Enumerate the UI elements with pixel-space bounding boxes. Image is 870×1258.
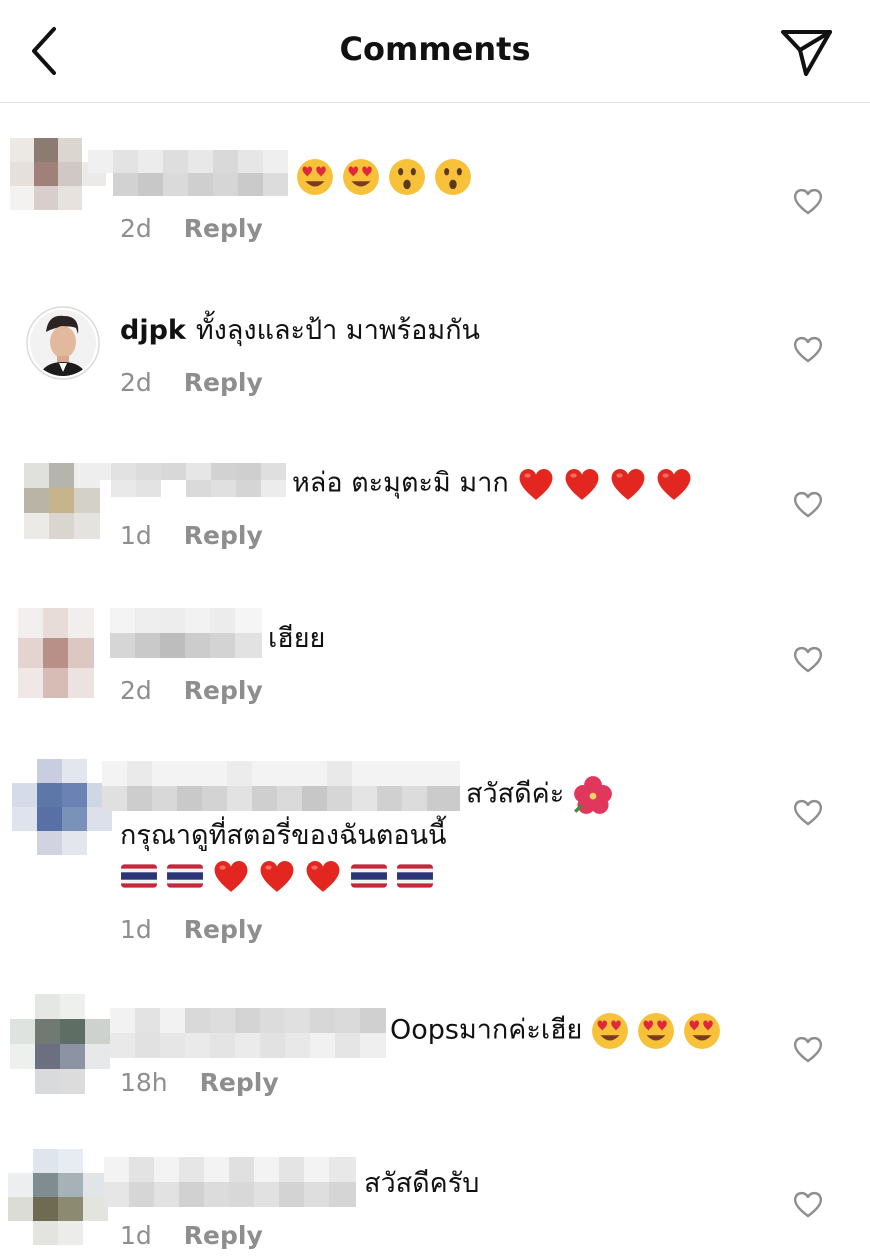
comment-time: 1d xyxy=(120,915,152,944)
comment-body: เฮียย xyxy=(268,623,326,654)
hibiscus-icon xyxy=(572,775,613,815)
comment-meta: 18h Reply xyxy=(120,1068,279,1097)
comment-body: Oopsมากค่ะเฮีย xyxy=(390,1014,583,1046)
like-heart-icon[interactable] xyxy=(792,1189,824,1219)
thailand-flag-icon xyxy=(121,864,157,888)
header-bar: Comments xyxy=(0,0,870,103)
blurred-username xyxy=(88,150,288,200)
comment-emoji-line xyxy=(120,857,434,895)
red-heart-icon xyxy=(214,860,248,892)
astonished-face-icon xyxy=(389,159,425,195)
comment-meta: 2d Reply xyxy=(120,676,263,705)
blurred-username xyxy=(102,761,460,815)
red-heart-icon xyxy=(657,468,691,500)
blurred-username xyxy=(110,608,262,662)
like-heart-icon[interactable] xyxy=(792,334,824,364)
astonished-face-icon xyxy=(435,159,471,195)
comment-text-line2: กรุณาดูที่สตอรี่ของฉันตอนนี้ xyxy=(120,819,447,853)
comment-time: 2d xyxy=(120,214,152,243)
thailand-flag-icon xyxy=(351,864,387,888)
comment-time: 1d xyxy=(120,521,152,550)
comment-item: เฮียย 2d Reply xyxy=(0,600,870,720)
heart-eyes-face-icon xyxy=(638,1013,674,1049)
like-heart-icon[interactable] xyxy=(792,644,824,674)
comment-item: djpk ทั้งลุงและป้า มาพร้อมกัน 2d Reply xyxy=(0,290,870,420)
comment-text xyxy=(296,158,472,196)
reply-button[interactable]: Reply xyxy=(184,1221,263,1250)
heart-eyes-face-icon xyxy=(297,159,333,195)
like-heart-icon[interactable] xyxy=(792,797,824,827)
like-heart-icon[interactable] xyxy=(792,489,824,519)
comment-time: 2d xyxy=(120,676,152,705)
page-title: Comments xyxy=(339,30,531,68)
blurred-username xyxy=(104,1157,356,1211)
comment-text: Oopsมากค่ะเฮีย xyxy=(390,1012,721,1050)
comment-item: 2d Reply xyxy=(0,130,870,260)
red-heart-icon xyxy=(611,468,645,500)
comment-time: 1d xyxy=(120,1221,152,1250)
comment-text: เฮียย xyxy=(268,622,325,656)
comment-body-line2: กรุณาดูที่สตอรี่ของฉันตอนนี้ xyxy=(120,820,447,851)
like-heart-icon[interactable] xyxy=(792,186,824,216)
comment-meta: 1d Reply xyxy=(120,915,263,944)
blurred-username xyxy=(110,1008,386,1062)
comment-username[interactable]: djpk xyxy=(120,315,186,346)
blurred-avatar xyxy=(8,1149,108,1245)
comment-time: 2d xyxy=(120,368,152,397)
thailand-flag-icon xyxy=(397,864,433,888)
thailand-flag-icon xyxy=(167,864,203,888)
comment-meta: 2d Reply xyxy=(120,368,263,397)
heart-eyes-face-icon xyxy=(592,1013,628,1049)
comment-item: สวัสดีครับ 1d Reply xyxy=(0,1145,870,1258)
heart-eyes-face-icon xyxy=(343,159,379,195)
blurred-avatar xyxy=(10,994,110,1094)
like-heart-icon[interactable] xyxy=(792,1034,824,1064)
red-heart-icon xyxy=(260,860,294,892)
comment-body: สวัสดีค่ะ xyxy=(466,778,565,810)
reply-button[interactable]: Reply xyxy=(184,915,263,944)
blurred-avatar xyxy=(12,759,112,855)
red-heart-icon xyxy=(565,468,599,500)
send-icon xyxy=(781,30,832,76)
comment-item: Oopsมากค่ะเฮีย 18h Reply xyxy=(0,990,870,1120)
comment-item: สวัสดีค่ะ กรุณาดูที่สตอรี่ของฉันตอนนี้ 1… xyxy=(0,755,870,955)
comment-body: ทั้งลุงและป้า มาพร้อมกัน xyxy=(195,315,480,346)
reply-button[interactable]: Reply xyxy=(184,368,263,397)
reply-button[interactable]: Reply xyxy=(200,1068,279,1097)
reply-button[interactable]: Reply xyxy=(184,214,263,243)
comment-text: djpk ทั้งลุงและป้า มาพร้อมกัน xyxy=(120,314,480,348)
comment-text: สวัสดีค่ะ xyxy=(466,775,613,815)
comment-meta: 1d Reply xyxy=(120,1221,263,1250)
comment-body: สวัสดีครับ xyxy=(364,1168,480,1199)
blurred-avatar xyxy=(18,608,94,698)
red-heart-icon xyxy=(519,468,553,500)
blurred-username xyxy=(86,463,286,501)
comment-time: 18h xyxy=(120,1068,168,1097)
share-button[interactable] xyxy=(780,28,834,78)
comment-item: หล่อ ตะมุตะมิ มาก 1d Reply xyxy=(0,445,870,575)
heart-eyes-face-icon xyxy=(684,1013,720,1049)
comment-text: หล่อ ตะมุตะมิ มาก xyxy=(292,465,693,503)
reply-button[interactable]: Reply xyxy=(184,521,263,550)
red-heart-icon xyxy=(306,860,340,892)
comment-meta: 1d Reply xyxy=(120,521,263,550)
avatar[interactable] xyxy=(26,306,100,380)
comment-meta: 2d Reply xyxy=(120,214,263,243)
comment-text: สวัสดีครับ xyxy=(364,1167,479,1201)
comment-body: หล่อ ตะมุตะมิ มาก xyxy=(292,467,509,499)
reply-button[interactable]: Reply xyxy=(184,676,263,705)
